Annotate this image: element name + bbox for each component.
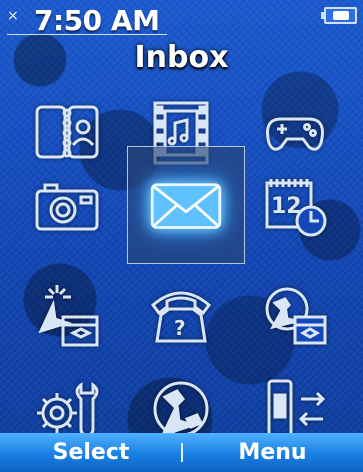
page-title: Inbox [134,40,229,75]
app-grid: 12 ? [0,74,363,439]
svg-text:?: ? [174,316,186,340]
select-softkey[interactable]: Select [0,433,182,472]
click-window-icon [38,285,99,347]
internet-window-icon [265,287,327,345]
battery-charging-icon [321,7,357,24]
softkey-bar: Select Menu [0,433,363,472]
signal-indicator-icon: × [7,8,19,24]
home-screen: × 7:50 AM Inbox 12 ? Select Menu [0,0,363,472]
menu-item-messaging[interactable] [127,146,245,264]
status-bar: × 7:50 AM [0,0,363,40]
clock-time: 7:50 AM [34,4,160,37]
messaging-envelope-icon [150,183,222,229]
menu-item-calendar[interactable]: 12 [236,146,354,264]
phone-help-icon: ? [150,291,212,343]
menu-item-camera[interactable] [8,146,126,264]
menu-softkey[interactable]: Menu [182,433,363,472]
calendar-clock-icon: 12 [265,179,327,237]
camera-icon [35,183,99,231]
